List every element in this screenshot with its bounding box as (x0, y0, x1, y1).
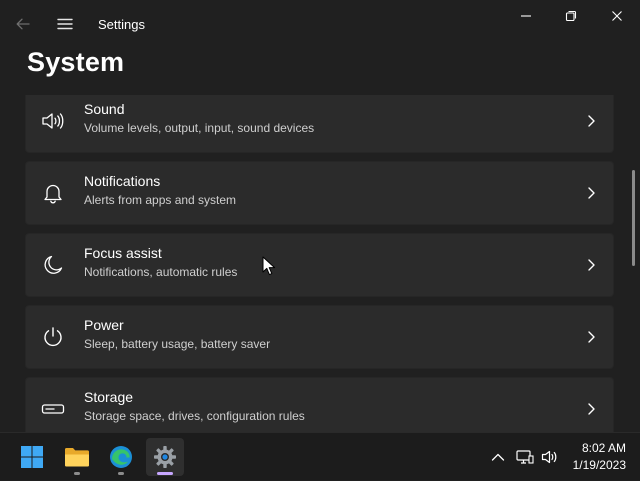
windows-start-icon (21, 446, 43, 468)
bell-icon (40, 180, 66, 206)
settings-item-title: Sound (84, 101, 125, 117)
settings-item-power[interactable]: Power Sleep, battery usage, battery save… (25, 305, 614, 369)
settings-item-storage[interactable]: Storage Storage space, drives, configura… (25, 377, 614, 432)
close-icon (612, 11, 622, 21)
minimize-icon (521, 15, 531, 17)
speaker-icon (40, 108, 66, 134)
settings-item-subtitle: Notifications, automatic rules (84, 265, 238, 279)
back-arrow-icon (16, 18, 30, 30)
settings-list: Sound Volume levels, output, input, soun… (0, 95, 632, 432)
settings-item-title: Focus assist (84, 245, 162, 261)
settings-item-sound[interactable]: Sound Volume levels, output, input, soun… (25, 95, 614, 153)
moon-icon (40, 252, 66, 278)
settings-item-focus-assist[interactable]: Focus assist Notifications, automatic ru… (25, 233, 614, 297)
file-explorer-icon (65, 448, 89, 467)
scrollbar-thumb[interactable] (632, 170, 635, 266)
restore-icon (565, 10, 577, 22)
settings-item-title: Notifications (84, 173, 161, 189)
chevron-right-icon (588, 187, 595, 199)
chevron-right-icon (588, 115, 595, 127)
taskbar: 8:02 AM 1/19/2023 (0, 432, 640, 480)
settings-item-subtitle: Sleep, battery usage, battery saver (84, 337, 271, 351)
navigation-menu-button[interactable] (52, 12, 78, 36)
mouse-cursor-icon (262, 256, 276, 276)
settings-item-title: Power (84, 317, 124, 333)
chevron-right-icon (588, 259, 595, 271)
storage-icon (40, 396, 66, 422)
settings-item-notifications[interactable]: Notifications Alerts from apps and syste… (25, 161, 614, 225)
volume-button[interactable] (539, 433, 561, 481)
power-icon (40, 324, 66, 350)
edge-button[interactable] (102, 438, 140, 476)
edge-icon (110, 446, 132, 468)
file-explorer-button[interactable] (58, 438, 96, 476)
network-status-button[interactable] (514, 433, 536, 481)
hamburger-icon (57, 18, 73, 30)
active-app-indicator (157, 472, 173, 475)
clock-date: 1/19/2023 (572, 458, 626, 472)
clock-time: 8:02 AM (581, 441, 626, 455)
settings-item-subtitle: Alerts from apps and system (84, 193, 237, 207)
chevron-right-icon (588, 331, 595, 343)
title-bar: Settings (0, 0, 640, 48)
settings-item-title: Storage (84, 389, 134, 405)
network-icon (516, 450, 534, 464)
settings-item-subtitle: Storage space, drives, configuration rul… (84, 409, 305, 423)
chevron-right-icon (588, 403, 595, 415)
minimize-button[interactable] (512, 4, 540, 28)
settings-gear-icon (154, 446, 176, 468)
start-button[interactable] (13, 438, 51, 476)
close-button[interactable] (603, 4, 631, 28)
settings-app-button[interactable] (146, 438, 184, 476)
running-indicator (118, 472, 124, 475)
show-hidden-icons-button[interactable] (488, 433, 508, 481)
restore-button[interactable] (557, 4, 585, 28)
page-title: System (27, 47, 125, 77)
taskbar-clock[interactable]: 8:02 AM 1/19/2023 (573, 440, 626, 474)
app-title: Settings (98, 17, 145, 32)
chevron-up-icon (491, 453, 505, 461)
running-indicator (74, 472, 80, 475)
settings-item-subtitle: Volume levels, output, input, sound devi… (84, 121, 315, 135)
volume-icon (541, 450, 557, 464)
back-button[interactable] (10, 12, 36, 36)
